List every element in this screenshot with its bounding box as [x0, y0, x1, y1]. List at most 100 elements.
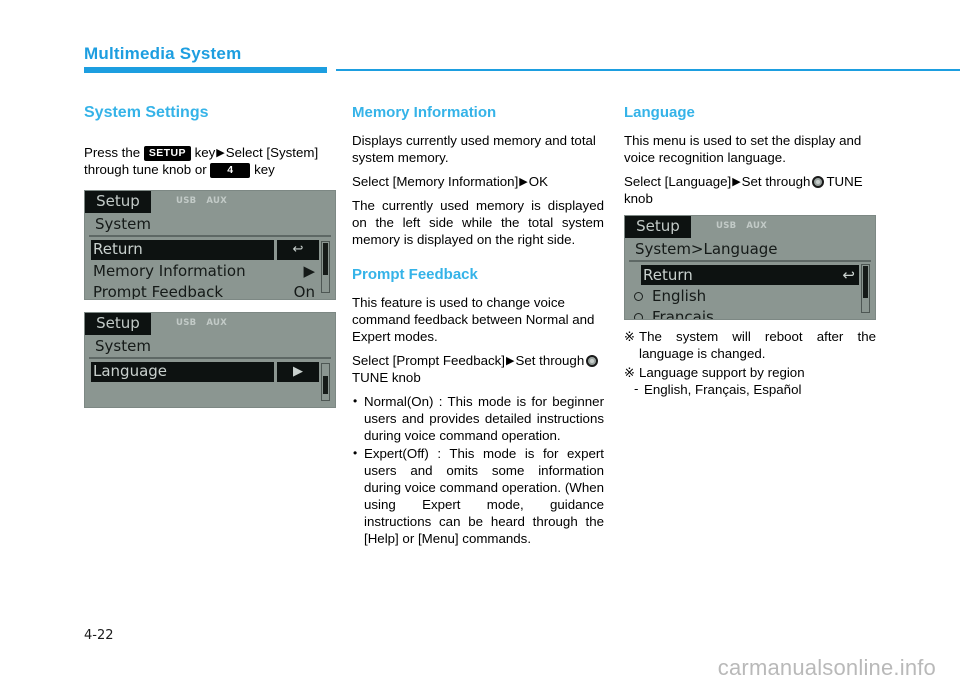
- section-heading-system-settings: System Settings: [84, 104, 209, 121]
- aux-badge: AUX: [206, 196, 228, 206]
- step-arrow-icon: ▶: [216, 147, 225, 159]
- tune-knob-icon: [812, 176, 825, 188]
- screen1-source-badges: USB AUX: [173, 195, 230, 207]
- step-arrow-icon: ▶: [506, 355, 515, 367]
- note-item-region: Language support by region English, Fran…: [624, 364, 876, 398]
- language-select-mid: Set through: [741, 174, 811, 189]
- screen1-topbar: Setup USB AUX: [85, 191, 335, 213]
- language-select-tail: knob: [624, 191, 653, 206]
- screen3-scroll-thumb[interactable]: [863, 266, 868, 298]
- header-rule-thin: [336, 69, 960, 71]
- aux-badge: AUX: [206, 318, 228, 328]
- language-select-prefix: Select [Language]: [624, 174, 732, 189]
- screen1-row-memory-label: Memory Information: [93, 261, 246, 280]
- usb-badge: USB: [176, 318, 197, 328]
- note-item-reboot: The system will reboot after the languag…: [624, 328, 876, 362]
- middle-column: Memory Information Displays currently us…: [352, 104, 604, 548]
- screen1-scroll-thumb[interactable]: [323, 243, 328, 275]
- setup-key-badge: SETUP: [143, 146, 191, 161]
- memory-para-2: The currently used memory is displayed o…: [352, 198, 604, 247]
- header-rules: [84, 67, 960, 73]
- screen3-source-badges: USB AUX: [713, 220, 770, 232]
- prompt-select-suffix: TUNE knob: [352, 370, 421, 385]
- prompt-select-prefix: Select [Prompt Feedback]: [352, 353, 505, 368]
- device-screen-language-entry: Setup USB AUX System Language ▶: [84, 312, 336, 408]
- chevron-right-icon[interactable]: ▶: [277, 362, 319, 382]
- screen3-row-return-label: Return: [643, 265, 693, 284]
- screen2-scroll-thumb[interactable]: [323, 376, 328, 394]
- screen3-topbar: Setup USB AUX: [625, 216, 875, 238]
- list-item: Expert(Off) : This mode is for expert us…: [352, 445, 604, 547]
- screen3-row-francais-label: Français: [652, 307, 714, 320]
- screen1-row-prompt-value: On: [293, 282, 315, 300]
- system-settings-instruction: Press the SETUP key▶Select [System] thro…: [84, 144, 336, 178]
- screen3-scrollbar[interactable]: [861, 264, 870, 313]
- radio-unselected-icon[interactable]: [634, 312, 643, 319]
- memory-para-1: Displays currently used memory and total…: [352, 133, 596, 165]
- note-item-region-text: Language support by region: [639, 365, 805, 380]
- screen1-row-memory-information[interactable]: Memory Information ▶: [91, 261, 319, 281]
- prompt-bullet-list: Normal(On) : This mode is for beginner u…: [352, 393, 604, 547]
- screen2-row-language[interactable]: Language ▶: [91, 362, 319, 382]
- press-the-text: Press the: [84, 145, 141, 160]
- screen1-row-prompt-feedback[interactable]: Prompt Feedback On: [91, 282, 319, 300]
- note-item-reboot-text: The system will reboot after the languag…: [639, 329, 876, 361]
- key-word2-text: key: [254, 162, 275, 177]
- through-tune-text: through tune knob or: [84, 162, 207, 177]
- screen2-rows: Language ▶: [85, 359, 335, 382]
- page-title: Multimedia System: [84, 44, 242, 63]
- memory-select-prefix: Select [Memory Information]: [352, 174, 519, 189]
- device-screen-system-menu: Setup USB AUX System Return ↩ Memory Inf…: [84, 190, 336, 300]
- screen2-tab-setup[interactable]: Setup: [85, 313, 151, 335]
- device-screen-language-list: Setup USB AUX System>Language Return ↩ E…: [624, 215, 876, 320]
- chapter-header: Multimedia System: [84, 44, 960, 73]
- tune-knob-icon: [586, 355, 599, 367]
- number-key-badge: 4: [210, 163, 251, 178]
- screen3-breadcrumb: System>Language: [629, 238, 871, 262]
- prompt-select-mid: Set through: [515, 353, 585, 368]
- usb-badge: USB: [176, 196, 197, 206]
- screen1-row-return[interactable]: Return ↩: [91, 240, 319, 260]
- section-heading-language: Language: [624, 104, 695, 121]
- memory-select-line: Select [Memory Information]▶OK: [352, 173, 604, 190]
- screen2-row-language-label: Language: [91, 362, 274, 382]
- language-notes-list: The system will reboot after the languag…: [624, 328, 876, 398]
- screen3-row-english[interactable]: English: [631, 286, 859, 306]
- return-arrow-icon: ↩: [842, 265, 855, 284]
- step-arrow-icon: ▶: [519, 176, 528, 188]
- section-heading-prompt-feedback: Prompt Feedback: [352, 266, 478, 283]
- screen1-row-return-label: Return: [91, 240, 274, 260]
- prompt-select-line: Select [Prompt Feedback]▶Set through TUNE…: [352, 352, 604, 386]
- note-item-region-sub: English, Français, Español: [634, 380, 876, 398]
- screen1-tab-setup[interactable]: Setup: [85, 191, 151, 213]
- language-select-line: Select [Language]▶Set through TUNE knob: [624, 173, 876, 207]
- return-arrow-icon[interactable]: ↩: [277, 240, 319, 260]
- screen2-topbar: Setup USB AUX: [85, 313, 335, 335]
- key-word-text: key: [194, 145, 216, 160]
- right-column: Language This menu is used to set the di…: [624, 104, 876, 400]
- aux-badge: AUX: [746, 221, 768, 231]
- header-rule-thick: [84, 67, 327, 73]
- screen1-rows: Return ↩ Memory Information ▶ Prompt Fee…: [85, 237, 335, 300]
- radio-selected-icon[interactable]: [634, 291, 643, 301]
- screen3-rows: Return ↩ English Français: [625, 262, 875, 320]
- screen2-scrollbar[interactable]: [321, 363, 330, 401]
- screen3-row-return[interactable]: Return ↩: [641, 265, 859, 285]
- list-item: Normal(On) : This mode is for beginner u…: [352, 393, 604, 444]
- screen2-source-badges: USB AUX: [173, 317, 230, 329]
- language-select-suffix: TUNE: [826, 174, 863, 189]
- screen3-tab-setup[interactable]: Setup: [625, 216, 691, 238]
- chevron-right-icon: ▶: [303, 261, 315, 280]
- screen2-breadcrumb: System: [89, 335, 331, 359]
- page-number: 4-22: [84, 628, 114, 643]
- screen1-row-prompt-label: Prompt Feedback: [93, 282, 224, 300]
- left-column: System Settings Press the SETUP key▶Sele…: [84, 104, 336, 408]
- prompt-para-1: This feature is used to change voice com…: [352, 295, 595, 344]
- usb-badge: USB: [716, 221, 737, 231]
- screen1-breadcrumb: System: [89, 213, 331, 237]
- memory-select-suffix: OK: [528, 174, 548, 189]
- screen1-scrollbar[interactable]: [321, 241, 330, 293]
- step-arrow-icon: ▶: [732, 176, 741, 188]
- screen3-row-francais[interactable]: Français: [631, 307, 859, 320]
- language-para-1: This menu is used to set the display and…: [624, 133, 862, 165]
